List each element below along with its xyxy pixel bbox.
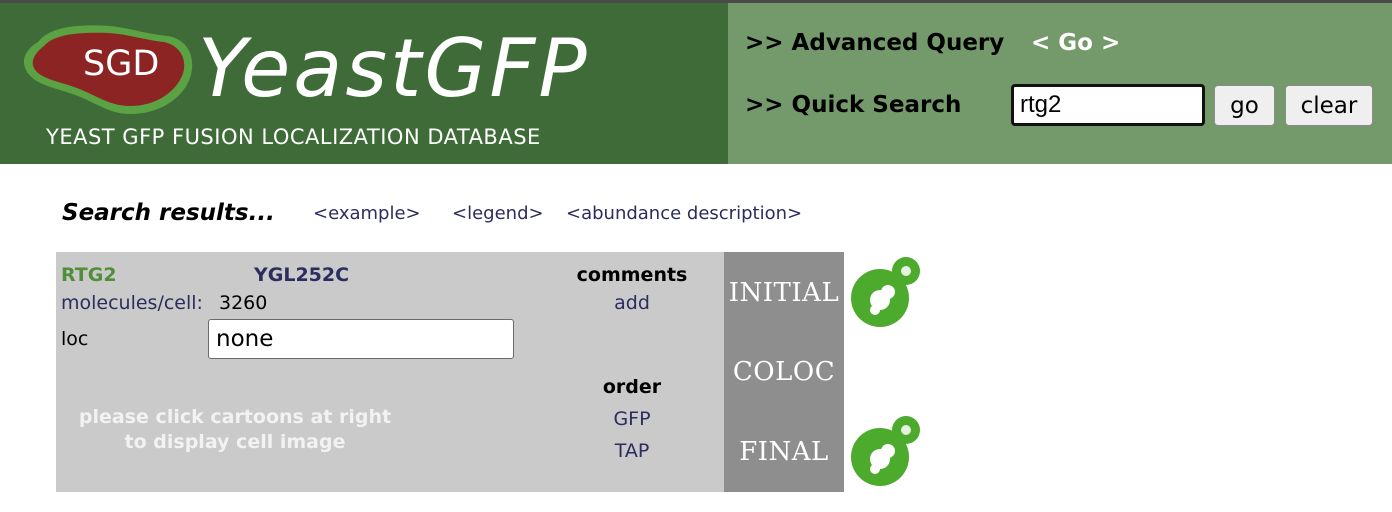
advanced-query-label[interactable]: >> Advanced Query (745, 30, 1004, 56)
hint-line: to display cell image (124, 431, 346, 453)
add-comment-link[interactable]: add (560, 292, 704, 314)
final-cell-cartoon-icon[interactable] (848, 413, 924, 489)
example-link[interactable]: <example> (313, 203, 421, 224)
order-header: order (602, 376, 662, 398)
loc-label: loc (61, 328, 89, 350)
go-button[interactable]: go (1214, 85, 1275, 126)
legend-link[interactable]: <legend> (452, 203, 544, 224)
gene-name-link[interactable]: RTG2 (61, 264, 117, 286)
order-gfp-link[interactable]: GFP (560, 408, 704, 430)
advanced-query-go-link[interactable]: < Go > (1031, 30, 1120, 56)
hint-line: please click cartoons at right (78, 406, 392, 428)
stage-final: FINAL (739, 437, 829, 467)
app-title: YeastGFP (198, 22, 590, 115)
initial-cell-cartoon-icon[interactable] (848, 254, 924, 330)
quick-search-label: >> Quick Search (745, 92, 962, 118)
order-tap-link[interactable]: TAP (560, 440, 704, 462)
stage-initial: INITIAL (728, 278, 840, 308)
stage-coloc: COLOC (732, 357, 836, 387)
molecules-per-cell-value: 3260 (219, 292, 268, 314)
abundance-description-link[interactable]: <abundance description> (566, 203, 802, 224)
search-results-title: Search results... (62, 200, 275, 226)
orf-name-link[interactable]: YGL252C (254, 264, 349, 286)
cell-image-hint: please click cartoons at right to displa… (60, 405, 410, 455)
clear-button[interactable]: clear (1285, 85, 1373, 126)
logo-text: SGD (83, 44, 160, 84)
comments-header: comments (576, 264, 688, 286)
quick-search-input[interactable] (1011, 84, 1205, 126)
loc-field[interactable] (208, 319, 514, 359)
app-subtitle: YEAST GFP FUSION LOCALIZATION DATABASE (46, 125, 541, 149)
molecules-per-cell-link[interactable]: molecules/cell: (61, 292, 203, 314)
